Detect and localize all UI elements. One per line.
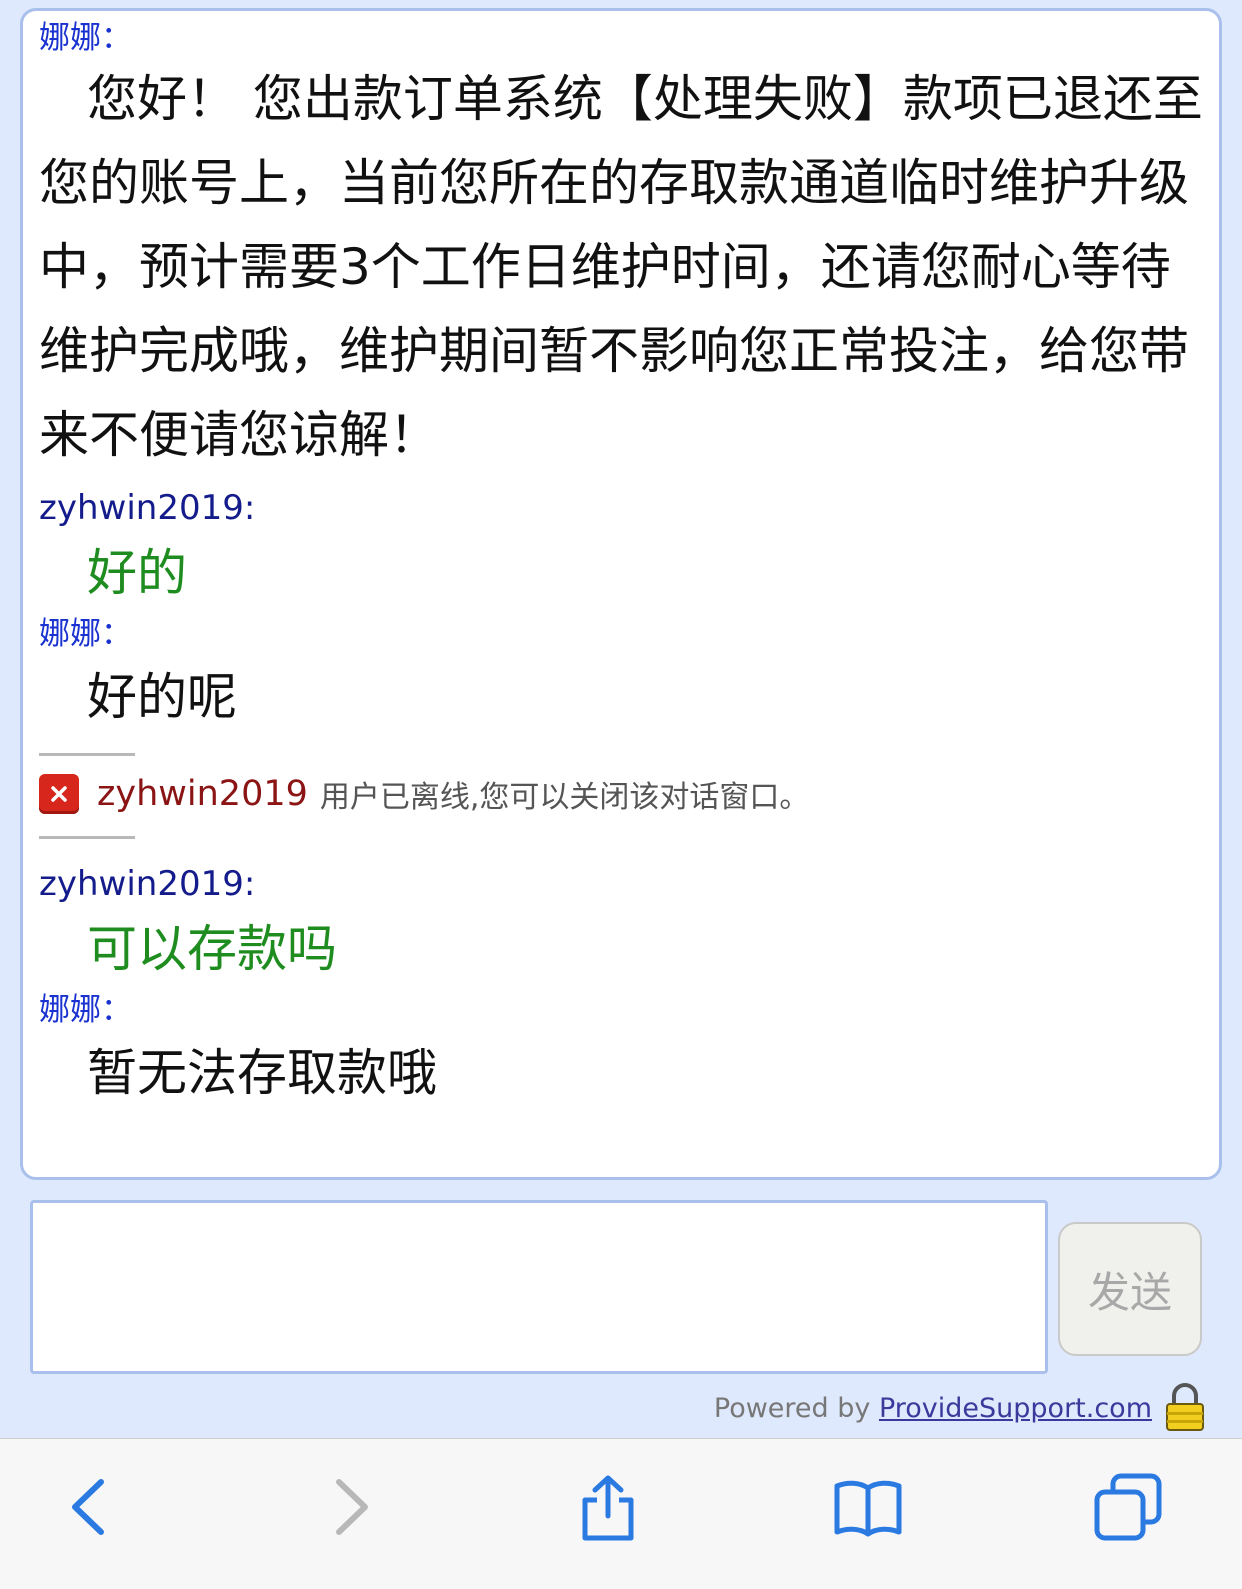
message-text: 好的呢 (87, 668, 237, 726)
message-user: zyhwin2019: 好的 (39, 483, 1203, 613)
powered-by-link[interactable]: ProvideSupport.com (879, 1393, 1152, 1424)
tabs-icon (1094, 1473, 1162, 1541)
back-button[interactable] (50, 1467, 130, 1547)
offline-notice: zyhwin2019 用户已离线,您可以关闭该对话窗口。 (39, 756, 1203, 832)
chat-transcript[interactable]: 娜娜： 您好！ 您出款订单系统【处理失败】款项已退还至您的账号上，当前您所在的存… (20, 8, 1222, 1180)
message-input[interactable] (30, 1200, 1048, 1374)
lock-icon[interactable] (1164, 1382, 1206, 1432)
send-button[interactable]: 发送 (1058, 1222, 1202, 1356)
message-text: 好的 (87, 544, 187, 602)
powered-by-prefix: Powered by (713, 1393, 879, 1424)
chevron-left-icon (72, 1479, 104, 1535)
close-icon (39, 774, 79, 814)
book-icon (834, 1480, 902, 1537)
sender-name: 娜娜： (39, 992, 132, 1028)
sender-name: 娜娜： (39, 20, 132, 56)
sender-name: zyhwin2019: (39, 488, 256, 528)
message-agent: 娜娜： 好的呢 (39, 613, 1203, 739)
share-icon (582, 1475, 634, 1541)
message-text: 您好！ 您出款订单系统【处理失败】款项已退还至您的账号上，当前您所在的存取款通道… (39, 70, 1203, 464)
message-agent: 娜娜： 暂无法存取款哦 (39, 989, 1203, 1115)
divider (39, 836, 135, 839)
bookmarks-button[interactable] (828, 1467, 908, 1547)
chevron-right-icon (336, 1479, 368, 1535)
share-button[interactable] (568, 1467, 648, 1547)
message-agent: 娜娜： 您好！ 您出款订单系统【处理失败】款项已退还至您的账号上，当前您所在的存… (39, 17, 1203, 477)
forward-button[interactable] (310, 1467, 390, 1547)
tabs-button[interactable] (1088, 1467, 1168, 1547)
notice-text: 用户已离线,您可以关闭该对话窗口。 (319, 780, 810, 815)
sender-name: zyhwin2019: (39, 864, 256, 904)
browser-toolbar (0, 1438, 1242, 1589)
message-text: 可以存款吗 (87, 920, 337, 978)
notice-username: zyhwin2019 (97, 774, 308, 814)
sender-name: 娜娜： (39, 616, 132, 652)
message-user: zyhwin2019: 可以存款吗 (39, 859, 1203, 989)
powered-by: Powered by ProvideSupport.com (714, 1386, 1152, 1432)
message-text: 暂无法存取款哦 (87, 1044, 437, 1102)
